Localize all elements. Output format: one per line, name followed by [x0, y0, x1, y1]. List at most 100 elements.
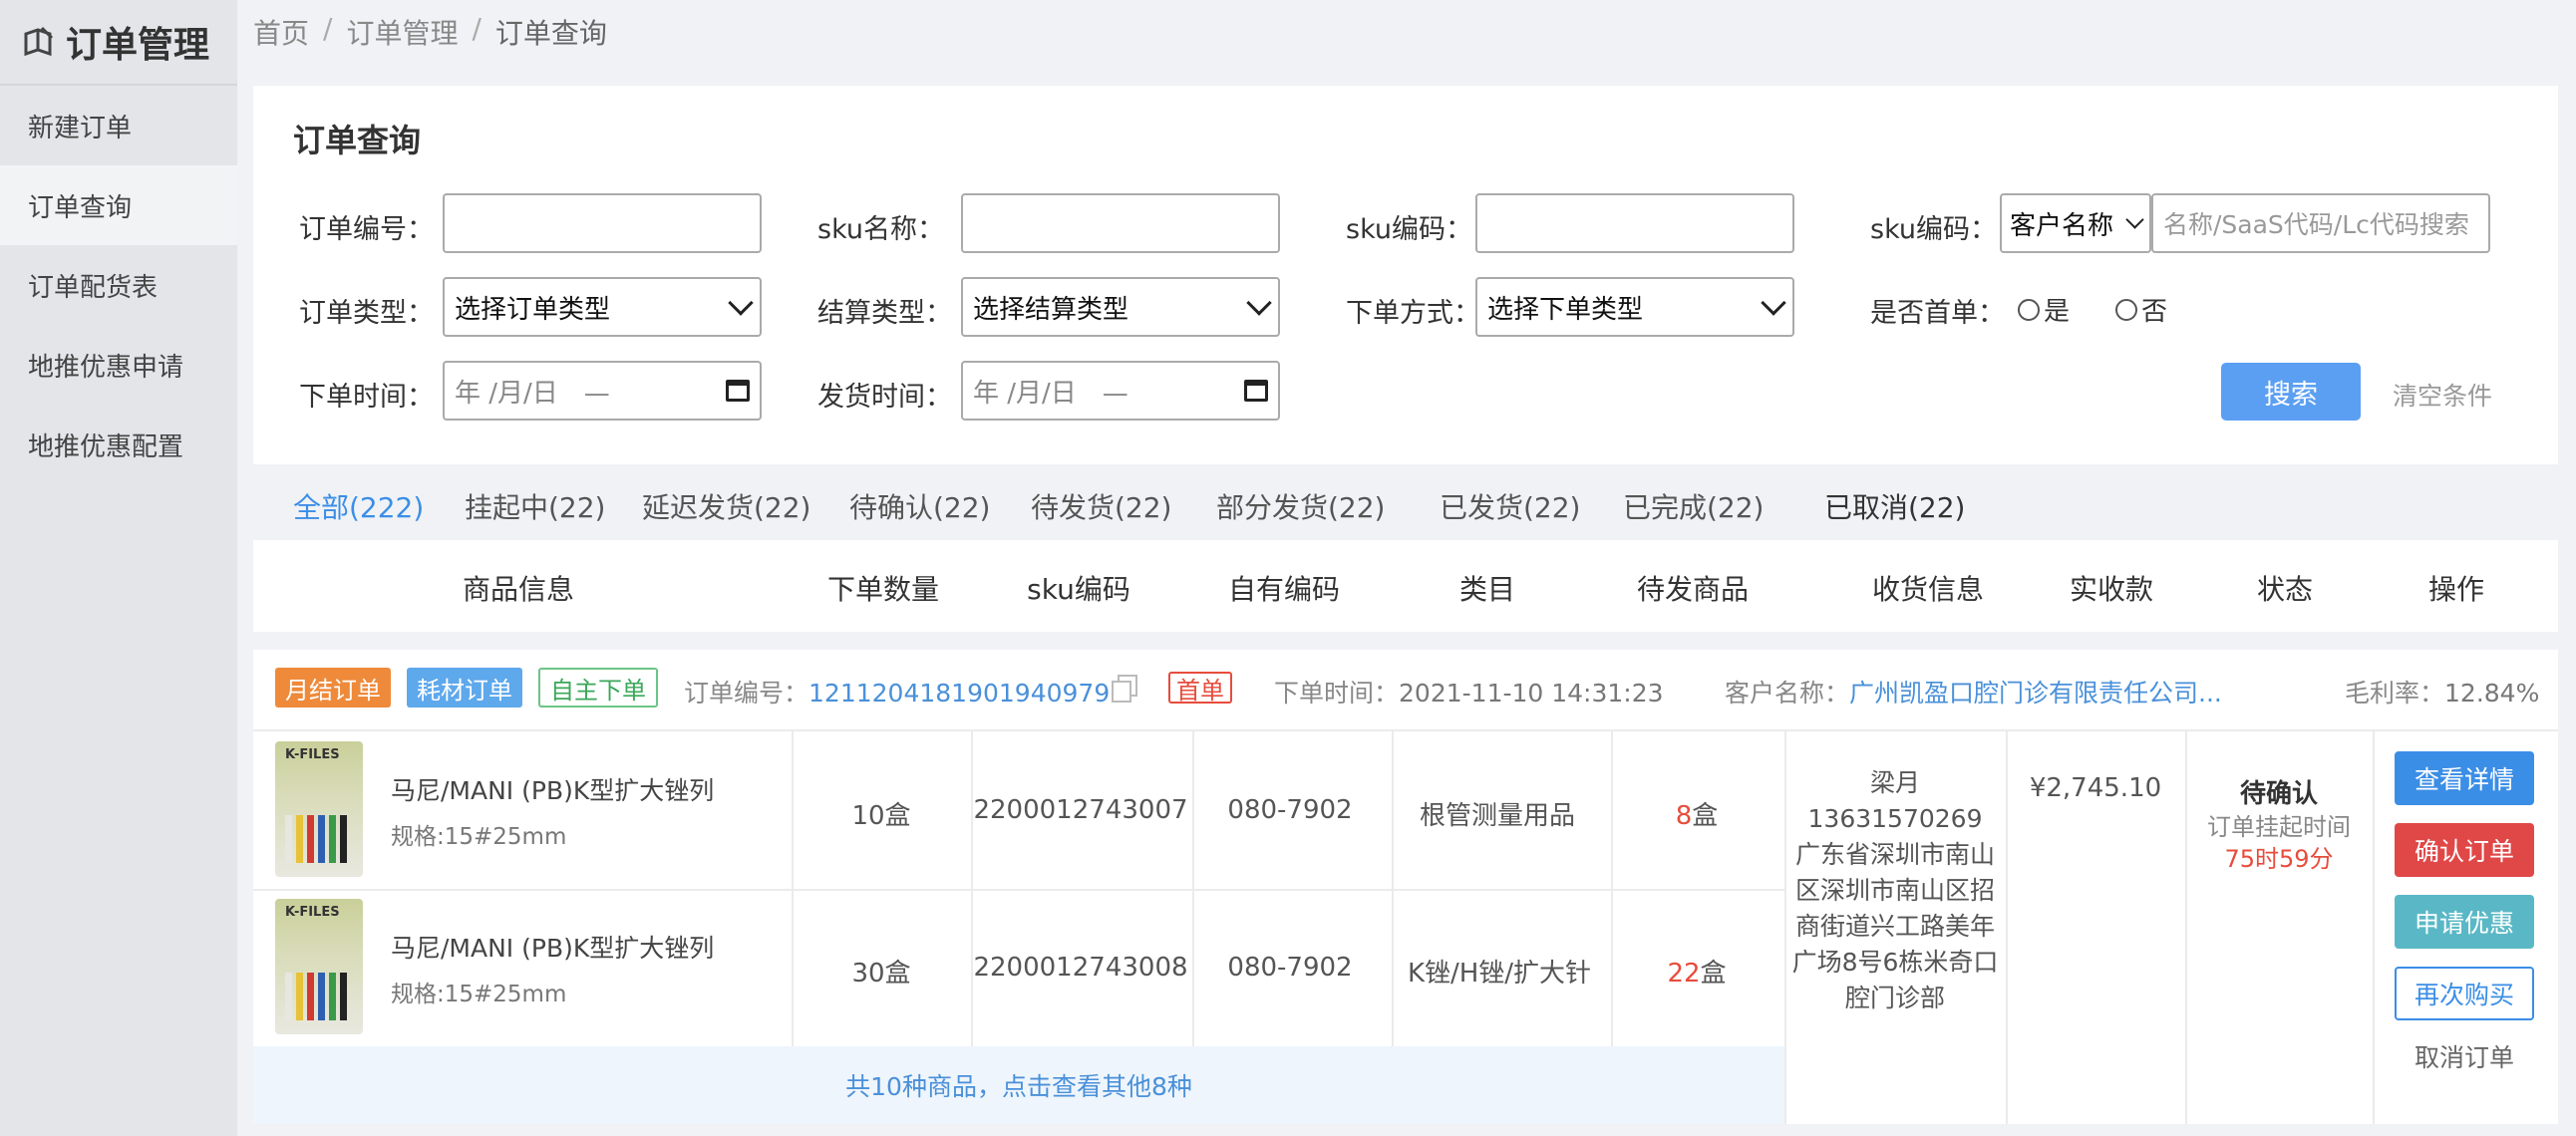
customer-search-input[interactable]: 名称/SaaS代码/Lc代码搜索: [2151, 193, 2490, 253]
divider: [2373, 729, 2375, 1124]
search-button[interactable]: 搜索: [2221, 363, 2361, 421]
sidebar-item-promo-apply[interactable]: 地推优惠申请: [0, 325, 237, 405]
tab-partial-shipped[interactable]: 部分发货(22): [1216, 486, 1385, 526]
suspend-time: 75时59分: [2224, 845, 2334, 873]
chevron-down-icon: [2125, 209, 2144, 229]
order-type-select[interactable]: 选择订单类型: [443, 277, 762, 337]
order-time-input[interactable]: 年 /月/日 —: [443, 361, 762, 421]
divider: [1784, 729, 1786, 1124]
tab-suspended[interactable]: 挂起中(22): [465, 486, 605, 526]
pending-count: 22: [1667, 959, 1701, 989]
product-spec: 规格:15#25mm: [391, 824, 567, 850]
product-name[interactable]: 马尼/MANI (PB)K型扩大锉列: [391, 929, 714, 965]
date-placeholder: 年 /月/日 —: [455, 378, 610, 409]
sidebar-item-order-query[interactable]: 订单查询: [0, 165, 237, 245]
radio-label: 是: [2044, 297, 2071, 327]
ship-time-label: 发货时间：: [817, 382, 952, 413]
product-thumbnail[interactable]: K-FILES: [275, 899, 363, 1034]
calendar-icon[interactable]: [1244, 380, 1268, 402]
header-own-code: 自有编码: [1227, 573, 1341, 606]
tab-cancelled[interactable]: 已取消(22): [1824, 486, 1965, 526]
sidebar-item-promo-config[interactable]: 地推优惠配置: [0, 405, 237, 484]
header-category: 类目: [1458, 573, 1516, 606]
tab-completed[interactable]: 已完成(22): [1623, 486, 1764, 526]
customer-type-value: 客户名称: [2010, 210, 2114, 241]
apply-discount-button[interactable]: 申请优惠: [2395, 895, 2534, 949]
paid-amount: ¥2,745.10: [2029, 773, 2162, 803]
settle-type-label: 结算类型：: [817, 298, 952, 329]
breadcrumb-order-management[interactable]: 订单管理: [346, 12, 458, 52]
customer-meta: 客户名称：广州凯盈口腔门诊有限责任公司...: [1725, 674, 2222, 710]
thumbnail-label: K-FILES: [285, 905, 340, 920]
rebuy-button[interactable]: 再次购买: [2395, 967, 2534, 1020]
receiver-phone: 13631570269: [1807, 804, 1983, 833]
view-detail-button[interactable]: 查看详情: [2395, 751, 2534, 805]
place-way-value: 选择下单类型: [1487, 294, 1644, 325]
order-no-value[interactable]: 12112041819019409797: [808, 679, 1126, 708]
date-placeholder: 年 /月/日 —: [973, 378, 1128, 409]
first-order-no-radio[interactable]: 否: [2115, 291, 2167, 328]
app-title: 订单管理: [66, 25, 210, 66]
order-quantity: 10盒: [851, 801, 911, 831]
receiver-name: 梁月: [1869, 768, 1920, 797]
sidebar-item-order-allocation[interactable]: 订单配货表: [0, 245, 237, 325]
ship-time-input[interactable]: 年 /月/日 —: [961, 361, 1280, 421]
product-thumbnail[interactable]: K-FILES: [275, 741, 363, 877]
show-more-products-link[interactable]: 共10种商品，点击查看其他8种: [253, 1046, 1784, 1124]
chevron-down-icon: [728, 290, 754, 316]
first-order-yes-radio[interactable]: 是: [2018, 291, 2070, 328]
radio-circle-icon: [2018, 298, 2040, 321]
customer-type-select[interactable]: 客户名称: [2000, 193, 2151, 253]
divider: [1192, 729, 1194, 1046]
receiver-address: 广东省深圳市南山区深圳市南山区招商街道兴工路美年广场8号6栋米奇口腔门诊部: [1791, 840, 1999, 1012]
tag-self-order: 自主下单: [538, 668, 658, 708]
order-card-content: 月结订单 耗材订单 自主下单 订单编号：12112041819019409797…: [253, 650, 2558, 1124]
brand: 订单管理: [0, 0, 237, 86]
order-no-input[interactable]: [443, 193, 762, 253]
order-time-meta: 下单时间：2021-11-10 14:31:23: [1274, 674, 1664, 710]
header-actions: 操作: [2427, 573, 2485, 606]
confirm-order-button[interactable]: 确认订单: [2395, 823, 2534, 877]
chevron-down-icon: [1761, 290, 1786, 316]
header-sku-code: sku编码: [1027, 573, 1130, 606]
settle-type-select[interactable]: 选择结算类型: [961, 277, 1280, 337]
customer-name[interactable]: 广州凯盈口腔门诊有限责任公司...: [1849, 679, 2222, 708]
tab-shipped[interactable]: 已发货(22): [1440, 486, 1580, 526]
own-code: 080-7902: [1227, 953, 1353, 983]
sidebar: 订单管理 新建订单 订单查询 订单配货表 地推优惠申请 地推优惠配置: [0, 0, 237, 1136]
clear-conditions-button[interactable]: 清空条件: [2393, 377, 2492, 413]
tag-consumables: 耗材订单: [407, 668, 522, 708]
own-code: 080-7902: [1227, 795, 1353, 825]
tag-monthly-settlement: 月结订单: [275, 668, 391, 708]
sku-code-input[interactable]: [1475, 193, 1794, 253]
tab-pending-ship[interactable]: 待发货(22): [1031, 486, 1171, 526]
calendar-icon[interactable]: [726, 380, 750, 402]
pending-unit: 盒: [1700, 959, 1727, 989]
table-header: 商品信息 下单数量 sku编码 自有编码 类目 待发商品 收货信息 实收款 状态…: [253, 540, 2558, 632]
header-pending-goods: 待发商品: [1636, 573, 1750, 606]
order-type-label: 订单类型：: [299, 298, 434, 329]
breadcrumb-home[interactable]: 首页: [253, 12, 309, 52]
breadcrumb-separator: /: [323, 12, 333, 45]
header-status: 状态: [2256, 573, 2314, 606]
chevron-down-icon: [1246, 290, 1272, 316]
tab-delayed[interactable]: 延迟发货(22): [642, 486, 810, 526]
thumbnail-label: K-FILES: [285, 747, 340, 762]
margin-meta: 毛利率：12.84%: [2345, 674, 2539, 710]
cancel-order-link[interactable]: 取消订单: [2415, 1038, 2514, 1074]
pending-goods: 8盒: [1676, 795, 1719, 832]
settle-type-value: 选择结算类型: [973, 294, 1129, 325]
sku-code-label: sku编码：: [1346, 214, 1472, 245]
sidebar-item-new-order[interactable]: 新建订单: [0, 86, 237, 165]
product-name[interactable]: 马尼/MANI (PB)K型扩大锉列: [391, 771, 714, 807]
divider: [1611, 729, 1613, 1046]
divider: [792, 729, 794, 1046]
sku-code: 2200012743007: [973, 795, 1188, 825]
sku-name-input[interactable]: [961, 193, 1280, 253]
tab-all[interactable]: 全部(222): [293, 486, 424, 526]
copy-icon[interactable]: [1111, 674, 1138, 704]
order-status: 待确认: [2239, 779, 2319, 809]
tab-pending-confirm[interactable]: 待确认(22): [849, 486, 990, 526]
header-product-info: 商品信息: [462, 573, 575, 606]
place-way-select[interactable]: 选择下单类型: [1475, 277, 1794, 337]
